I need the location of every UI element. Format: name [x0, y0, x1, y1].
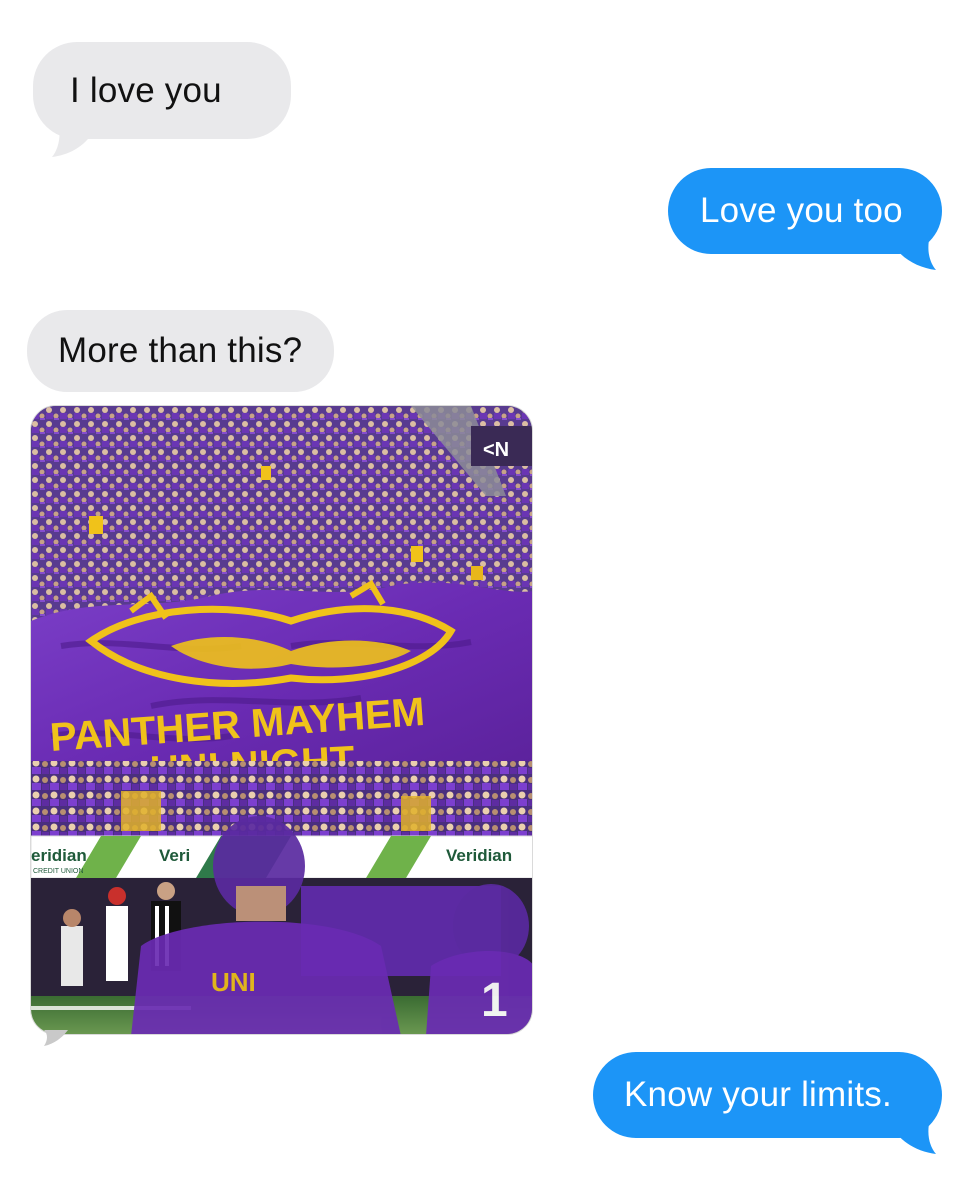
sponsor-text-4: Veridian	[446, 846, 512, 865]
message-text: Love you too	[700, 191, 903, 230]
stadium-photo: <N PANTHER MAYHEM UNI NIGHT	[31, 406, 532, 1034]
message-text: Know your limits.	[624, 1075, 892, 1114]
jersey-text: UNI	[211, 967, 256, 997]
svg-text:<N: <N	[483, 439, 509, 461]
bubble-tail	[52, 120, 92, 157]
message-text: I love you	[70, 70, 222, 110]
sponsor-text-1: eridian	[31, 846, 87, 865]
sponsor-text-2: Veri	[159, 846, 190, 865]
bubble-tail	[896, 235, 936, 270]
sponsor-text-3: Veridian	[306, 846, 372, 865]
message-bubble[interactable]: More than this?	[27, 310, 334, 392]
jersey-number: 1	[481, 974, 508, 1027]
sponsor-subtext: CREDIT UNION	[33, 868, 83, 875]
bubble-tail	[44, 1030, 68, 1046]
photo-attachment[interactable]: <N PANTHER MAYHEM UNI NIGHT	[30, 405, 533, 1035]
bubble-tail	[896, 1119, 936, 1154]
message-text: More than this?	[58, 331, 303, 370]
